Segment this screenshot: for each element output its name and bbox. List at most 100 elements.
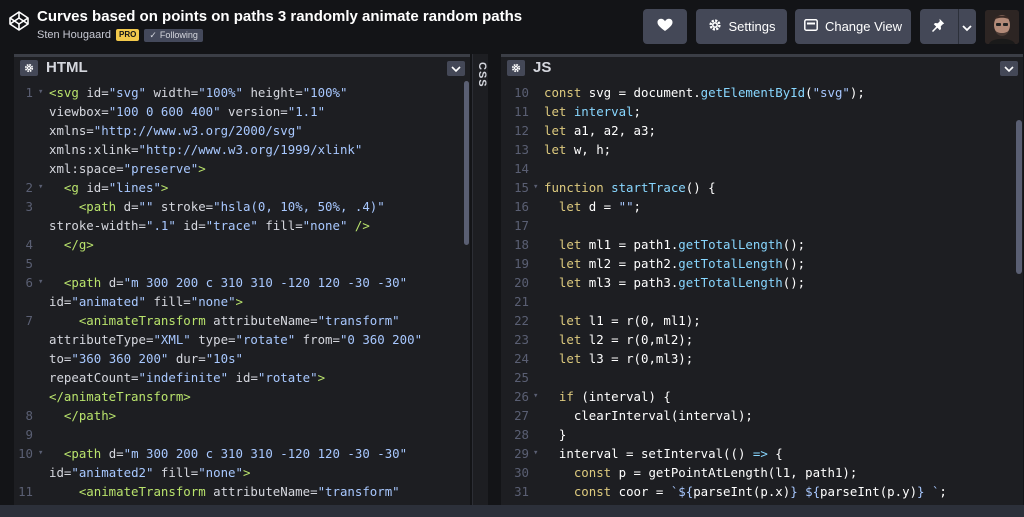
code-token: "trace" [205, 218, 258, 233]
code-token: "0 360 200" [339, 332, 423, 347]
fold-chevron-icon[interactable]: ▾ [38, 444, 43, 463]
line-number: 6 [25, 275, 33, 290]
code-token: () { [685, 180, 716, 195]
code-token: (); [782, 275, 806, 290]
fold-chevron-icon[interactable]: ▾ [533, 444, 538, 463]
code-text: interval = setInterval(() => { [544, 444, 783, 463]
line-number: 3 [25, 199, 33, 214]
line-number: 20 [514, 275, 529, 290]
code-token: svg = document. [588, 85, 701, 100]
code-token: `${ [670, 484, 694, 499]
code-token: const [544, 85, 589, 100]
code-text: <g id="lines"> [49, 178, 168, 197]
code-token: > [242, 465, 251, 480]
author-row: Sten Hougaard PRO ✓ Following [37, 28, 203, 42]
change-view-button[interactable]: Change View [795, 9, 911, 44]
html-scrollbar[interactable] [464, 81, 469, 245]
code-token: > [198, 161, 206, 176]
fold-chevron-icon[interactable]: ▾ [533, 387, 538, 406]
code-token: "none" [302, 218, 348, 233]
code-token: "" [138, 199, 154, 214]
settings-button[interactable]: Settings [696, 9, 787, 44]
code-token: xmlns= [49, 123, 94, 138]
code-token: let [558, 237, 589, 252]
code-token: a1, a2, a3; [573, 123, 656, 138]
code-token: fill= [257, 218, 303, 233]
line-number: 4 [25, 237, 33, 252]
pin-divider [958, 9, 959, 44]
code-token: l1 = r(0, ml1); [588, 313, 701, 328]
code-token: const [573, 484, 619, 499]
fold-chevron-icon[interactable]: ▾ [38, 273, 43, 292]
code-text: <path d="m 300 200 c 310 310 -120 120 -3… [49, 444, 407, 463]
pen-title[interactable]: Curves based on points on paths 3 random… [37, 8, 522, 25]
code-token: <g [63, 180, 87, 195]
code-token: coor = [618, 484, 671, 499]
html-settings-gear-icon[interactable] [20, 59, 38, 76]
code-text: <svg id="svg" width="100%" height="100%" [49, 83, 347, 102]
codepen-logo-icon[interactable] [8, 10, 30, 32]
fold-chevron-icon[interactable]: ▾ [38, 83, 43, 102]
html-editor-panel: HTML 1 ▾ <svg id="svg" width="100%" height… [14, 54, 470, 505]
code-token: "indefinite" [138, 370, 229, 385]
code-token: "svg" [812, 85, 850, 100]
line-number: 24 [514, 351, 529, 366]
html-collapse-chevron-icon[interactable] [447, 61, 465, 76]
code-token: id= [228, 370, 258, 385]
code-text: </path> [49, 406, 116, 425]
fold-chevron-icon[interactable]: ▾ [533, 178, 538, 197]
code-token: attributeName= [213, 484, 318, 499]
code-token: "animated2" [71, 465, 154, 480]
code-token: let [544, 142, 574, 157]
js-collapse-chevron-icon[interactable] [1000, 61, 1018, 76]
chevron-down-icon[interactable] [962, 21, 972, 36]
js-scrollbar[interactable] [1016, 120, 1022, 274]
line-number: 18 [514, 237, 529, 252]
code-text: <animateTransform attributeName="transfo… [49, 311, 400, 330]
html-editor-title: HTML [46, 59, 88, 76]
code-text: viewbox="100 0 600 400" version="1.1" [49, 102, 325, 121]
code-token: ; [939, 484, 947, 499]
code-text: let d = ""; [544, 197, 641, 216]
js-code-area[interactable]: 10 const svg = document.getElementById("s… [501, 81, 1023, 505]
code-token: from= [295, 332, 340, 347]
settings-label: Settings [728, 19, 776, 34]
code-token: stroke= [153, 199, 214, 214]
line-number: 10 [18, 446, 33, 461]
code-text: </animateTransform> [49, 387, 191, 406]
html-code-area[interactable]: 1 ▾ <svg id="svg" width="100%" height="100… [14, 81, 470, 505]
pro-badge: PRO [116, 29, 140, 41]
code-token: id= [49, 465, 72, 480]
code-token: ); [849, 85, 865, 100]
code-text: let ml1 = path1.getTotalLength(); [544, 235, 805, 254]
code-token: ml2 = path2. [588, 256, 679, 271]
code-token: function [544, 180, 612, 195]
code-token: "none" [190, 294, 236, 309]
heart-button[interactable] [643, 9, 687, 44]
code-token: "none" [198, 465, 243, 480]
author-name[interactable]: Sten Hougaard [37, 29, 111, 41]
pin-button[interactable] [920, 9, 976, 44]
code-text: let l3 = r(0,ml3); [544, 349, 693, 368]
code-token: "svg" [108, 85, 147, 100]
following-button[interactable]: ✓ Following [144, 28, 203, 42]
code-token: height= [243, 85, 303, 100]
js-settings-gear-icon[interactable] [507, 59, 525, 76]
code-token: "http://www.w3.org/1999/xlink" [138, 142, 363, 157]
css-editor-collapsed[interactable]: CSS [472, 54, 488, 505]
code-token: interval = setInterval(() [544, 446, 753, 461]
code-token: (); [782, 237, 806, 252]
code-token: <path [78, 199, 124, 214]
column-resizer[interactable] [488, 54, 501, 505]
fold-chevron-icon[interactable]: ▾ [38, 178, 43, 197]
code-token: stroke-width= [49, 218, 146, 233]
code-token: getElementById [700, 85, 806, 100]
line-number: 16 [514, 199, 529, 214]
user-avatar[interactable] [985, 10, 1019, 44]
code-text: xml:space="preserve"> [49, 159, 206, 178]
code-token: "rotate" [235, 332, 296, 347]
